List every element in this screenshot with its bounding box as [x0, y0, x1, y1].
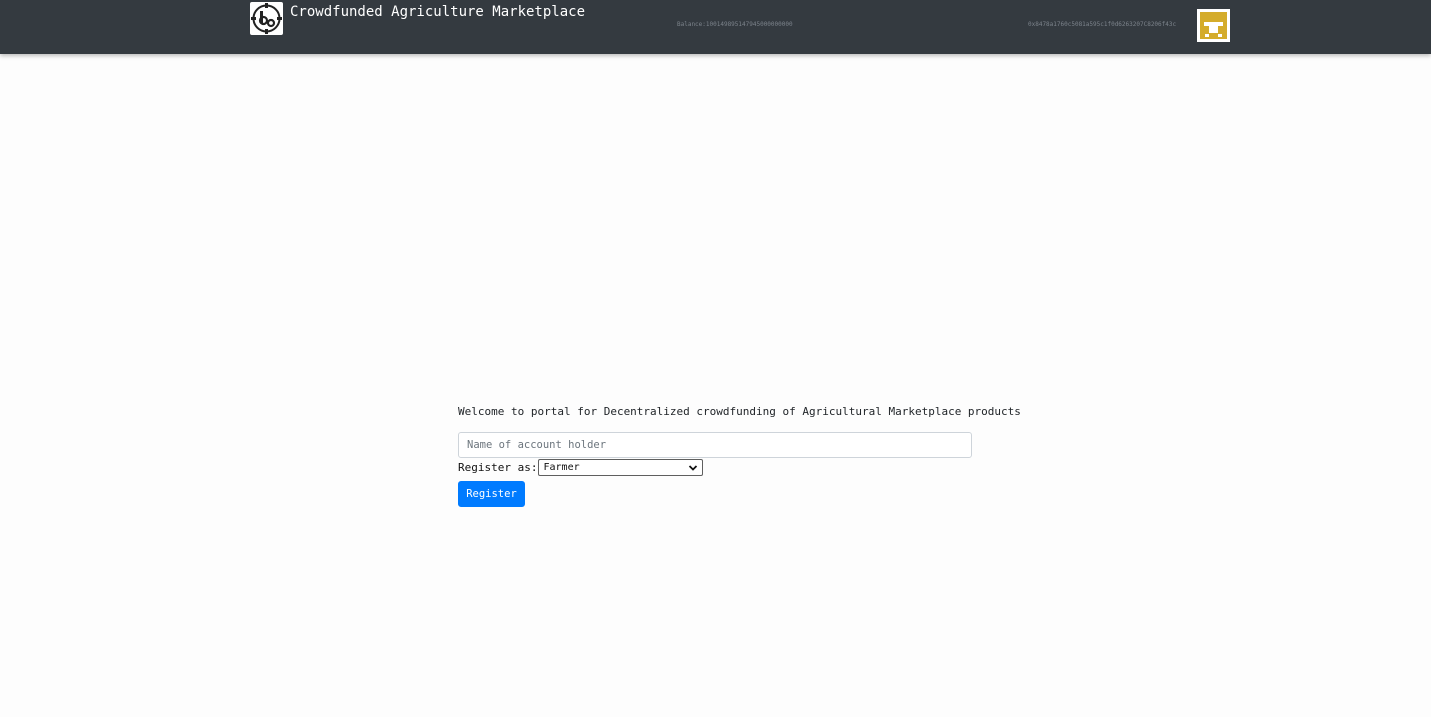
account-holder-name-input[interactable] [458, 432, 972, 458]
register-as-label: Register as: [458, 460, 538, 474]
top-navbar: Crowdfunded Agriculture Marketplace Bala… [0, 0, 1431, 54]
role-select[interactable]: Farmer [538, 458, 704, 476]
account-address: 0x8478a1760c5081a595c1f0d6263207C8206f43… [1028, 21, 1177, 28]
yellow-identicon-icon [1197, 9, 1230, 42]
role-select-value: Farmer [543, 461, 580, 473]
welcome-message: Welcome to portal for Decentralized crow… [458, 405, 1021, 418]
register-button[interactable]: Register [458, 481, 525, 507]
chevron-down-icon [689, 464, 698, 471]
register-as-row: Register as: Farmer [458, 458, 704, 476]
app-title[interactable]: Crowdfunded Agriculture Marketplace [290, 4, 585, 20]
account-balance: Balance:100149895147945000000000 [677, 21, 793, 28]
tractor-badge-logo-icon[interactable] [250, 2, 283, 35]
